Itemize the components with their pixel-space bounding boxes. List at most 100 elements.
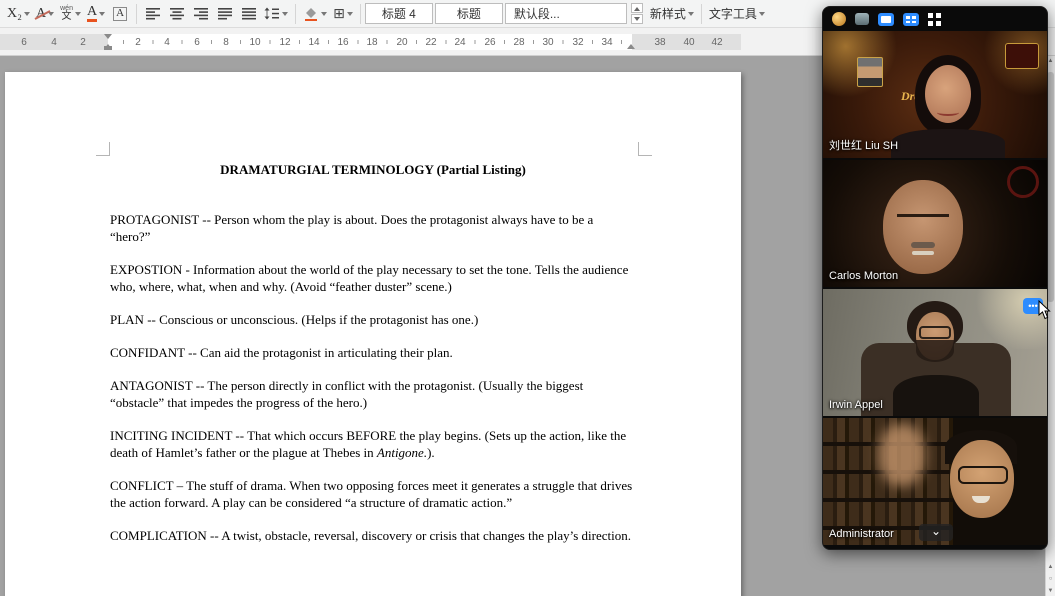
clear-formatting-button[interactable]: A xyxy=(33,2,57,26)
align-center-icon xyxy=(169,7,185,20)
raised-hand xyxy=(879,424,925,486)
paragraph: ANTAGONIST -- The person directly in con… xyxy=(110,377,634,411)
participant-name: Irwin Appel xyxy=(829,399,883,411)
margin-crop-mark xyxy=(638,142,652,156)
ruler-number: 40 xyxy=(683,37,694,48)
ruler-number: 30 xyxy=(542,37,553,48)
ruler-number: 34 xyxy=(601,37,612,48)
page-up-icon[interactable]: ▲ xyxy=(1046,564,1055,570)
video-tiles: Dra 刘世红 Liu SH Carlos Morton ••• Irwin A… xyxy=(823,31,1047,545)
mouse-cursor xyxy=(1038,300,1052,320)
text-tool-label: 文字工具 xyxy=(709,5,757,22)
paragraph: COMPLICATION -- A twist, obstacle, rever… xyxy=(110,527,634,544)
gallery-down-button[interactable] xyxy=(631,14,643,24)
ruler-number: 38 xyxy=(654,37,665,48)
chevron-down-icon[interactable] xyxy=(75,12,81,19)
text-tool-button[interactable]: 文字工具 xyxy=(706,2,768,26)
chevron-down-icon[interactable] xyxy=(688,12,694,19)
gallery-view-icon[interactable] xyxy=(903,13,919,26)
line-spacing-icon xyxy=(264,7,280,20)
participant-name: Administrator xyxy=(829,528,894,540)
paragraph: CONFIDANT -- Can aid the protagonist in … xyxy=(110,344,634,361)
style-label: 标题 4 xyxy=(382,5,416,22)
ruler-number: 22 xyxy=(425,37,436,48)
paragraph: EXPOSTION - Information about the world … xyxy=(110,261,634,295)
participant-face xyxy=(950,440,1014,518)
align-left-button[interactable] xyxy=(141,2,165,26)
participant-body xyxy=(893,375,979,416)
align-right-button[interactable] xyxy=(189,2,213,26)
chevron-down-icon[interactable] xyxy=(24,12,30,19)
page-down-icon[interactable]: ▼ xyxy=(1046,588,1055,594)
ruler-number: 10 xyxy=(249,37,260,48)
camera-icon[interactable] xyxy=(855,13,869,25)
right-indent-marker[interactable] xyxy=(627,40,635,49)
toolbar-separator xyxy=(701,4,702,24)
font-color-button[interactable]: A xyxy=(84,2,108,26)
speaker-view-icon[interactable] xyxy=(878,13,894,26)
theatre-logo xyxy=(1005,43,1039,69)
phonetic-guide-button[interactable]: wén 文 xyxy=(57,2,84,26)
scrollbar-thumb[interactable] xyxy=(1047,72,1054,302)
gallery-up-button[interactable] xyxy=(631,3,643,13)
toolbar-separator xyxy=(136,4,137,24)
browse-object-icon[interactable]: ○ xyxy=(1046,576,1055,582)
app-icon[interactable] xyxy=(832,12,846,26)
ruler-number: 6 xyxy=(21,37,27,48)
participant-face xyxy=(915,55,981,135)
chevron-down-icon[interactable] xyxy=(347,12,353,19)
subscript-icon: X₂ xyxy=(7,7,22,21)
shading-icon xyxy=(303,7,319,21)
italic-text: Antigone. xyxy=(377,445,427,460)
participant-name: 刘世红 Liu SH xyxy=(829,137,898,153)
left-indent-marker[interactable] xyxy=(104,46,112,50)
ruler-number: 32 xyxy=(572,37,583,48)
ruler-number: 4 xyxy=(164,37,170,48)
participant-face xyxy=(916,312,954,360)
style-heading[interactable]: 标题 xyxy=(435,3,503,24)
video-conference-panel: Dra 刘世红 Liu SH Carlos Morton ••• Irwin A… xyxy=(822,6,1048,550)
borders-button[interactable]: ⊞ xyxy=(330,2,356,26)
grid-view-icon[interactable] xyxy=(928,13,941,26)
phonetic-guide-icon: wén 文 xyxy=(60,5,73,22)
ruler-number: 42 xyxy=(711,37,722,48)
ruler-number: 2 xyxy=(80,37,86,48)
ruler-number: 18 xyxy=(366,37,377,48)
ruler-number: 8 xyxy=(223,37,229,48)
collapse-panel-button[interactable]: ⌄ xyxy=(919,524,953,541)
character-border-icon: A xyxy=(113,7,127,21)
video-tile-carlos[interactable]: Carlos Morton xyxy=(823,160,1048,287)
shading-button[interactable] xyxy=(300,2,330,26)
chevron-down-icon[interactable] xyxy=(321,12,327,19)
distribute-button[interactable] xyxy=(237,2,261,26)
document-page[interactable]: DRAMATURGIAL TERMINOLOGY (Partial Listin… xyxy=(5,72,741,596)
ruler-number: 16 xyxy=(337,37,348,48)
chevron-down-icon[interactable] xyxy=(282,12,288,19)
chevron-down-icon xyxy=(634,17,640,24)
document-title: DRAMATURGIAL TERMINOLOGY (Partial Listin… xyxy=(5,162,741,178)
style-default-paragraph[interactable]: 默认段... xyxy=(505,3,627,24)
justify-button[interactable] xyxy=(213,2,237,26)
video-tile-irwin[interactable]: ••• Irwin Appel xyxy=(823,289,1048,416)
ruler-number: 2 xyxy=(135,37,141,48)
style-heading4[interactable]: 标题 4 xyxy=(365,3,433,24)
distribute-icon xyxy=(241,7,257,20)
chevron-down-icon[interactable] xyxy=(48,12,54,19)
video-tile-liu[interactable]: Dra 刘世红 Liu SH xyxy=(823,31,1048,158)
participant-body xyxy=(891,129,1005,158)
ruler-number: 20 xyxy=(396,37,407,48)
borders-icon: ⊞ xyxy=(333,5,345,22)
inset-photo xyxy=(857,57,883,87)
chevron-down-icon[interactable] xyxy=(99,12,105,19)
character-border-button[interactable]: A xyxy=(108,2,132,26)
ruler-number: 4 xyxy=(51,37,57,48)
line-spacing-button[interactable] xyxy=(261,2,291,26)
chevron-down-icon[interactable] xyxy=(759,12,765,19)
panel-header xyxy=(823,7,1047,31)
video-tile-administrator[interactable]: Administrator ⌄ xyxy=(823,418,1048,545)
align-center-button[interactable] xyxy=(165,2,189,26)
new-style-button[interactable]: 新样式 xyxy=(647,2,697,26)
subscript-button[interactable]: X₂ xyxy=(4,2,33,26)
paragraph: PLAN -- Conscious or unconscious. (Helps… xyxy=(110,311,634,328)
clear-formatting-icon: A xyxy=(36,7,46,21)
